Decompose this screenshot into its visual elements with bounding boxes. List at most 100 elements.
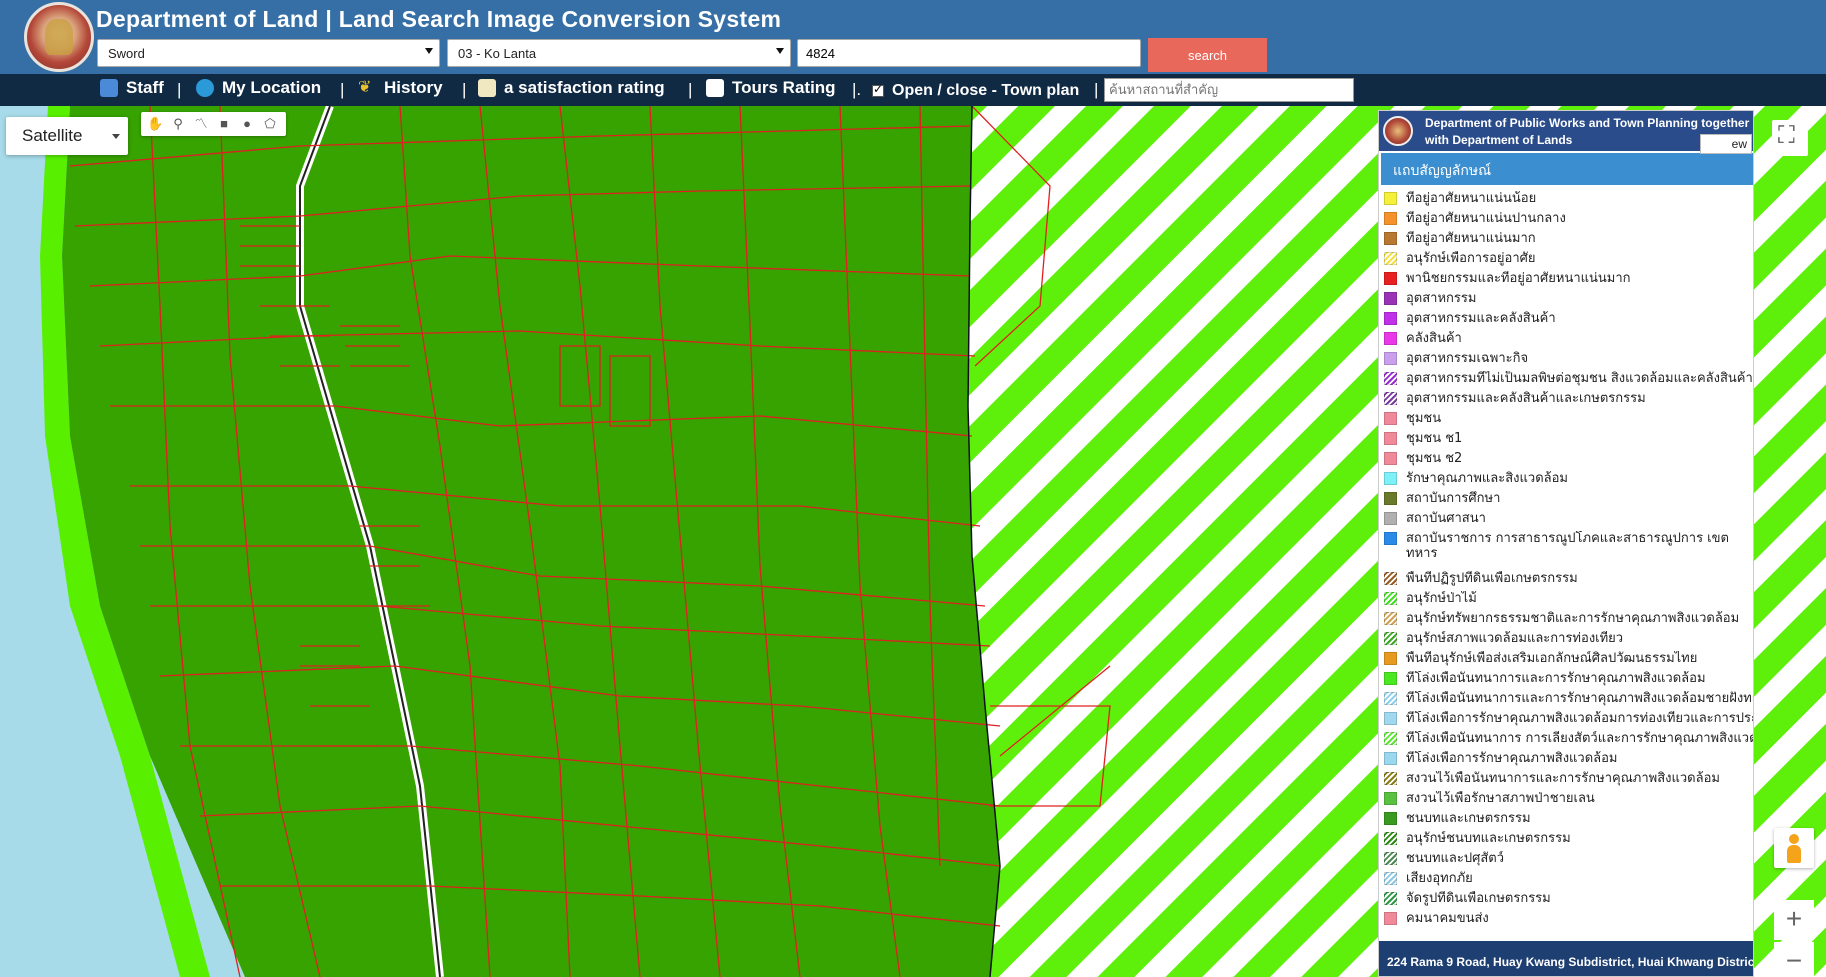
legend-item: สงวนไว้เพื่อรักษาสภาพป่าชายเลน [1379,791,1753,811]
legend-item-label: ที่โล่งเพื่อการรักษาคุณภาพสิ่งแวดล้อม [1406,751,1618,766]
globe-icon [196,79,214,97]
zoom-in-button[interactable]: + [1774,900,1814,940]
legend-swatch [1384,892,1397,905]
legend-item: ที่โล่งเพื่อนันทนาการและการรักษาคุณภาพสิ… [1379,671,1753,691]
nav-satisfaction-rating[interactable]: a satisfaction rating [478,78,665,98]
nav-separator: | [340,80,345,99]
app-title: Department of Land | Land Search Image C… [96,6,782,32]
legend-swatch [1384,252,1397,265]
nav-my-location-label: My Location [222,78,322,97]
legend-item: พานิชยกรรมและที่อยู่อาศัยหนาแน่นมาก [1379,271,1753,291]
legend-swatch [1384,652,1397,665]
legend-item-label: อนุรักษ์ป่าไม้ [1406,591,1477,606]
legend-item: อุตสาหกรรมและคลังสินค้าและเกษตรกรรม [1379,391,1753,411]
legend-item: ที่โล่งเพื่อนันทนาการ การเลี้ยงสัตว์และก… [1379,731,1753,751]
legend-item-label: อนุรักษ์เพื่อการอยู่อาศัย [1406,251,1536,266]
legend-item-label: สงวนไว้เพื่อรักษาสภาพป่าชายเลน [1406,791,1595,806]
legend-item-label: ที่อยู่อาศัยหนาแน่นปานกลาง [1406,211,1566,226]
legend-item: ชุมชน ช1 [1379,431,1753,451]
district-select[interactable]: 03 - Ko Lanta [447,39,791,67]
legend-item: อนุรักษ์ทรัพยากรธรรมชาติและการรักษาคุณภา… [1379,611,1753,631]
legend-swatch [1384,492,1397,505]
legend-item-label: อนุรักษ์ทรัพยากรธรรมชาติและการรักษาคุณภา… [1406,611,1740,626]
polygon-icon[interactable]: ⬠ [262,116,278,132]
nav-staff[interactable]: Staff [100,78,164,98]
legend-list: ที่อยู่อาศัยหนาแน่นน้อย ที่อยู่อาศัยหนาแน… [1379,191,1753,931]
nav-history[interactable]: ❦ History [358,78,443,98]
basemap-select[interactable]: Satellite [6,117,128,155]
nav-my-location[interactable]: My Location [196,78,321,98]
legend-swatch [1384,212,1397,225]
legend-swatch [1384,912,1397,925]
town-plan-checkbox[interactable] [872,82,884,97]
notepad-icon [478,79,496,97]
legend-item-label: อุตสาหกรรมและคลังสินค้าและเกษตรกรรม [1406,391,1646,406]
legend-item: สงวนไว้เพื่อนันทนาการและการรักษาคุณภาพสิ… [1379,771,1753,791]
legend-item-label: ชนบทและปศุสัตว์ [1406,851,1505,866]
chevron-down-icon [776,48,784,54]
department-seal-icon [1383,116,1413,146]
legend-swatch [1384,812,1397,825]
legend-swatch [1384,792,1397,805]
legend-swatch [1384,192,1397,205]
legend-tab[interactable]: แถบสัญญลักษณ์ [1381,153,1753,185]
legend-item: ที่โล่งเพื่อการรักษาคุณภาพสิ่งแวดล้อม [1379,751,1753,771]
legend-item: ที่อยู่อาศัยหนาแน่นปานกลาง [1379,211,1753,231]
nav-separator: | [688,80,693,99]
legend-item: สถาบันราชการ การสาธารณูปโภคและสาธารณูปกา… [1379,531,1753,571]
legend-item: ชุมชน [1379,411,1753,431]
legend-item-label: อุตสาหกรรมเฉพาะกิจ [1406,351,1529,366]
fullscreen-icon[interactable] [1772,120,1808,156]
circle-icon[interactable]: ● [239,116,255,132]
legend-item-label: รักษาคุณภาพและสิ่งแวดล้อม [1406,471,1568,486]
search-button[interactable]: search [1148,38,1267,72]
legend-swatch [1384,472,1397,485]
sprout-icon: ❦ [358,79,372,96]
parcel-number-input[interactable] [797,39,1141,67]
place-search-input[interactable] [1104,78,1354,102]
hand-icon[interactable]: ✋ [147,116,163,132]
province-select[interactable]: Sword [97,39,440,67]
chevron-down-icon [112,134,120,139]
town-plan-toggle[interactable]: Open / close - Town plan [872,82,1079,100]
zoom-out-button[interactable]: − [1774,942,1814,977]
polyline-icon[interactable]: 〽 [193,116,209,132]
legend-swatch [1384,352,1397,365]
legend-swatch [1384,292,1397,305]
district-select-value: 03 - Ko Lanta [458,46,537,61]
legend-swatch [1384,732,1397,745]
legend-swatch [1384,332,1397,345]
legend-item-label: อนุรักษ์สภาพแวดล้อมและการท่องเที่ยว [1406,631,1624,646]
legend-item: ที่โล่งเพื่อนันทนาการและการรักษาคุณภาพสิ… [1379,691,1753,711]
marker-icon[interactable]: ⚲ [170,116,186,132]
department-seal-logo [24,2,94,72]
legend-swatch [1384,572,1397,585]
nav-separator: | [1094,80,1099,99]
rectangle-icon[interactable]: ■ [216,116,232,132]
nav-satisfaction-label: a satisfaction rating [504,78,665,97]
nav-bar: Staff | My Location | ❦ History | a sati… [0,74,1826,106]
legend-item: เสี่ยงอุทกภัย [1379,871,1753,891]
legend-item-label: ชนบทและเกษตรกรรม [1406,811,1531,826]
legend-swatch [1384,272,1397,285]
basemap-select-value: Satellite [22,126,83,145]
legend-item-label: พานิชยกรรมและที่อยู่อาศัยหนาแน่นมาก [1406,271,1631,286]
legend-item-label: คมนาคมขนส่ง [1406,911,1489,926]
legend-item-label: เสี่ยงอุทกภัย [1406,871,1473,886]
legend-swatch [1384,712,1397,725]
legend-swatch [1384,452,1397,465]
legend-swatch [1384,392,1397,405]
street-view-pegman-icon[interactable] [1774,828,1814,868]
nav-tours-rating[interactable]: Tours Rating [706,78,836,98]
view-button[interactable]: ew [1700,134,1752,154]
nav-separator: | [462,80,467,99]
legend-item: อนุรักษ์เพื่อการอยู่อาศัย [1379,251,1753,271]
legend-swatch [1384,832,1397,845]
legend-item-label: พื้นที่อนุรักษ์เพื่อส่งเสริมเอกลักษณ์ศิล… [1406,651,1698,666]
legend-item: ชนบทและเกษตรกรรม [1379,811,1753,831]
legend-item: อุตสาหกรรมที่ไม่เป็นมลพิษต่อชุมชน สิ่งแว… [1379,371,1753,391]
legend-item: สถาบันการศึกษา [1379,491,1753,511]
legend-item: ชนบทและปศุสัตว์ [1379,851,1753,871]
legend-swatch [1384,312,1397,325]
parcel-area [62,106,1000,977]
